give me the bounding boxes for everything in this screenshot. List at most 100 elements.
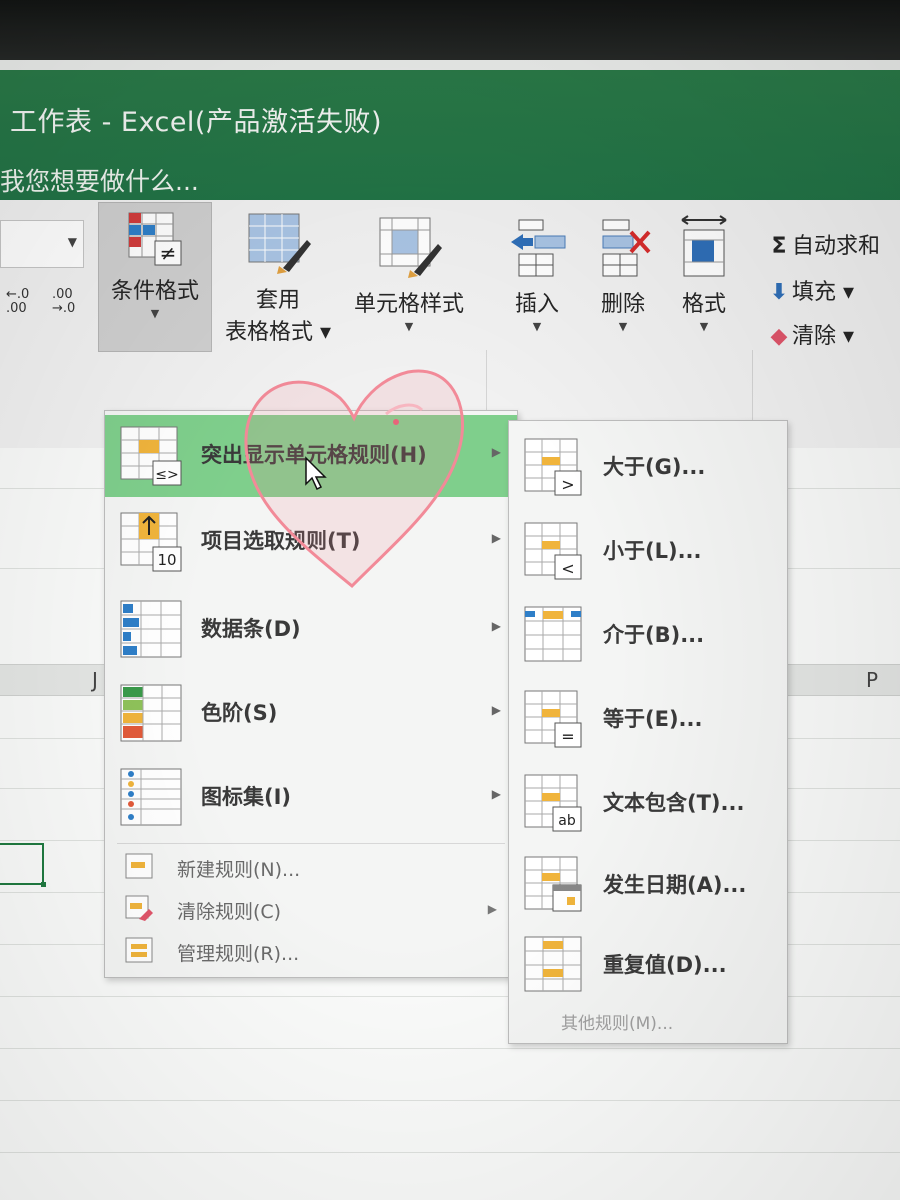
submenu-arrow-icon: ▶ (491, 445, 501, 459)
menu-item-top-bottom-rules[interactable]: 10 项目选取规则(T) ▶ (105, 501, 517, 583)
svg-text:≠: ≠ (160, 241, 177, 265)
autosum-button[interactable]: Σ 自动求和 (766, 228, 880, 260)
menu-item-new-rule[interactable]: 新建规则(N)... (105, 847, 517, 889)
sigma-icon: Σ (771, 234, 787, 259)
submenu-item-duplicate-values[interactable]: 重复值(D)... (509, 923, 787, 1005)
between-icon (524, 606, 582, 662)
date-occurring-label: 发生日期(A)... (603, 873, 747, 897)
cell-styles-icon (379, 217, 442, 278)
less-than-label: 小于(L)... (603, 539, 702, 563)
menu-item-color-scales[interactable]: 色阶(S) ▶ (105, 673, 517, 755)
duplicate-values-icon (524, 936, 582, 992)
chevron-down-icon: ▼ (404, 320, 414, 333)
submenu-arrow-icon: ▶ (491, 531, 501, 545)
clear-button[interactable]: ◆ 清除 ▾ (766, 318, 855, 350)
data-bars-icon (120, 600, 182, 658)
equal-to-icon-text: = (561, 727, 574, 746)
color-scales-label: 色阶(S) (201, 701, 278, 725)
between-label: 介于(B)... (603, 623, 705, 647)
text-contains-icon: ab (524, 774, 582, 832)
format-label: 格式 (681, 292, 726, 317)
submenu-arrow-icon: ▶ (491, 787, 501, 801)
chevron-down-icon: ▼ (150, 307, 160, 320)
fill-label: 填充 ▾ (792, 280, 855, 305)
format-cells-icon (681, 215, 727, 277)
chevron-down-icon: ▼ (67, 235, 77, 249)
chevron-down-icon: ▼ (699, 320, 709, 333)
delete-cells-button[interactable]: 删除 ▼ (582, 214, 664, 350)
format-as-table-label-1: 套用 (255, 288, 300, 313)
text-contains-label: 文本包含(T)... (603, 791, 745, 815)
text-contains-icon-text: ab (558, 813, 576, 829)
number-format-dropdown[interactable]: ▼ (0, 220, 84, 268)
fill-button[interactable]: ⬇ 填充 ▾ (766, 274, 854, 306)
format-as-table-label-2: 表格格式 ▾ (224, 320, 332, 345)
menu-item-clear-rules[interactable]: 清除规则(C) ▶ (105, 889, 517, 931)
greater-than-label: 大于(G)... (603, 455, 706, 479)
new-rule-icon (125, 853, 153, 879)
submenu-arrow-icon: ▶ (491, 619, 501, 633)
submenu-item-text-contains[interactable]: ab 文本包含(T)... (509, 761, 787, 843)
clear-label: 清除 ▾ (792, 324, 855, 349)
top-bottom-rules-label: 项目选取规则(T) (201, 529, 361, 553)
clear-rules-icon (125, 895, 153, 921)
duplicate-values-label: 重复值(D)... (603, 953, 727, 977)
conditional-formatting-button[interactable]: ≠ 条件格式 ▼ (98, 202, 212, 352)
menu-item-data-bars[interactable]: 数据条(D) ▶ (105, 589, 517, 671)
submenu-item-date-occurring[interactable]: 发生日期(A)... (509, 843, 787, 925)
greater-than-icon-text: > (561, 475, 574, 494)
submenu-item-less-than[interactable]: < 小于(L)... (509, 509, 787, 591)
cell-styles-button[interactable]: 单元格样式 ▼ (344, 210, 474, 350)
equal-to-icon: = (524, 690, 582, 748)
highlight-rules-icon-text: ≤> (155, 467, 178, 483)
equal-to-label: 等于(E)... (603, 707, 703, 731)
icon-sets-icon (120, 768, 182, 826)
format-as-table-icon (248, 213, 311, 274)
grid-row-line (0, 1152, 900, 1153)
highlight-cells-rules-submenu: > 大于(G)... < 小于(L)... 介于(B)... = 等于(E)..… (508, 420, 788, 1044)
menu-item-manage-rules[interactable]: 管理规则(R)... (105, 931, 517, 973)
clear-rules-label: 清除规则(C) (177, 901, 282, 923)
date-occurring-icon (524, 856, 582, 912)
submenu-item-between[interactable]: 介于(B)... (509, 593, 787, 675)
color-scales-icon (120, 684, 182, 742)
selected-cell[interactable] (0, 843, 46, 887)
column-header-p[interactable]: P (866, 668, 878, 692)
chevron-down-icon: ▼ (618, 320, 628, 333)
submenu-item-greater-than[interactable]: > 大于(G)... (509, 425, 787, 507)
format-cells-button[interactable]: 格式 ▼ (666, 214, 742, 350)
decrease-decimal-button[interactable]: .00 →.0 (52, 288, 75, 316)
submenu-arrow-icon: ▶ (491, 703, 501, 717)
column-header-j[interactable]: J (92, 668, 98, 692)
less-than-icon-text: < (561, 559, 574, 578)
eraser-icon: ◆ (770, 324, 788, 349)
more-rules-link[interactable]: 其他规则(M)... (561, 1009, 673, 1034)
submenu-item-equal-to[interactable]: = 等于(E)... (509, 677, 787, 759)
data-bars-label: 数据条(D) (201, 617, 301, 641)
title-bar: 工作表 - Excel(产品激活失败) 我您想要做什么... (0, 70, 900, 204)
fill-down-icon: ⬇ (769, 280, 789, 305)
grid-row-line (0, 1100, 900, 1101)
delete-cells-icon (602, 219, 651, 277)
chevron-down-icon: ▼ (532, 320, 542, 333)
insert-cells-button[interactable]: 插入 ▼ (496, 214, 578, 350)
greater-than-icon: > (524, 438, 582, 496)
window-title: 工作表 - Excel(产品激活失败) (10, 107, 382, 138)
insert-cells-icon (511, 219, 566, 277)
top-bottom-rules-icon-text: 10 (157, 551, 176, 569)
tell-me-box[interactable]: 我您想要做什么... (0, 162, 199, 198)
menu-item-icon-sets[interactable]: 图标集(I) ▶ (105, 757, 517, 839)
new-rule-label: 新建规则(N)... (177, 859, 301, 881)
submenu-arrow-icon: ▶ (487, 902, 497, 916)
format-as-table-button[interactable]: 套用 表格格式 ▾ (214, 206, 342, 346)
less-than-icon: < (524, 522, 582, 580)
autosum-label: 自动求和 (792, 234, 881, 259)
conditional-formatting-label: 条件格式 (110, 279, 199, 304)
icon-sets-label: 图标集(I) (201, 785, 292, 809)
menu-divider (117, 843, 505, 844)
delete-label: 删除 (600, 292, 645, 317)
highlight-rules-icon: ≤> (120, 426, 182, 486)
top-bottom-rules-icon: 10 (120, 512, 182, 572)
increase-decimal-button[interactable]: ←.0 .00 (6, 288, 29, 316)
insert-label: 插入 (514, 292, 559, 317)
